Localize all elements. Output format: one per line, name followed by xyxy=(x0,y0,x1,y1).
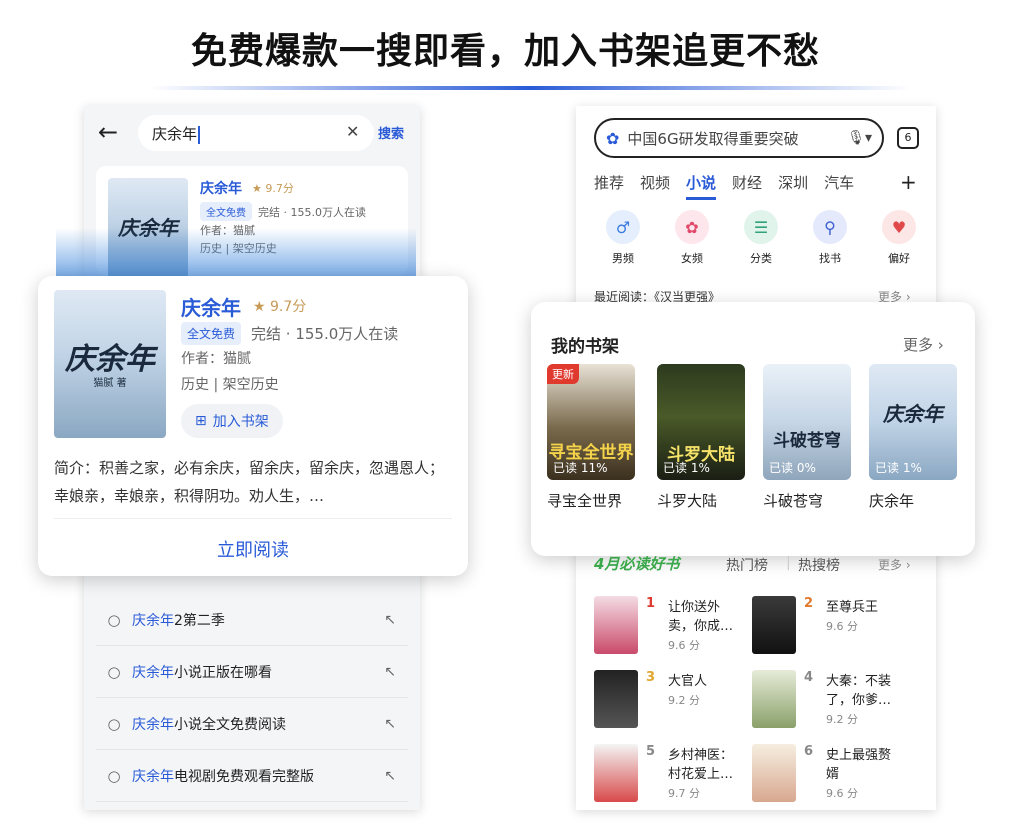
tab-count-badge[interactable]: 6 xyxy=(897,127,919,149)
tab-shenzhen[interactable]: 深圳 xyxy=(778,172,808,200)
flower-icon: ✿ xyxy=(675,210,709,244)
free-tag: 全文免费 xyxy=(181,322,242,345)
book-cover-large: 庆余年 猫腻 著 xyxy=(54,290,166,438)
suggestion-item[interactable]: ○ 庆余年 小说正版在哪看 ↖ xyxy=(96,646,408,698)
tab-hot-list[interactable]: 热门榜 xyxy=(726,555,768,575)
magnifier-icon: ⚲ xyxy=(813,210,847,244)
shelf-title: 我的书架 xyxy=(551,337,619,357)
tab-finance[interactable]: 财经 xyxy=(732,172,762,200)
fill-arrow-icon[interactable]: ↖ xyxy=(384,768,396,784)
headline: 免费爆款一搜即看，加入书架追更不愁 xyxy=(190,31,820,72)
rank-cover xyxy=(752,670,796,728)
channel-tabs: 推荐 视频 小说 财经 深圳 汽车 xyxy=(594,172,854,200)
book-detail-popup[interactable]: 庆余年 猫腻 著 庆余年 ★ 9.7分 全文免费 完结 · 155.0万人在读 … xyxy=(38,276,468,576)
board-banner: 4月必读好书 xyxy=(594,555,680,573)
shelf-book-name[interactable]: 寻宝全世界 xyxy=(547,490,643,511)
book-author: 作者：猫腻 xyxy=(181,351,251,367)
mic-icon[interactable]: 🎙▾ xyxy=(847,130,872,146)
tab-video[interactable]: 视频 xyxy=(640,172,670,200)
status-small: 完结 · 155.0万人在读 xyxy=(258,205,366,219)
divider xyxy=(54,518,452,519)
tab-novel[interactable]: 小说 xyxy=(686,172,717,200)
category-female[interactable]: ✿ 女频 xyxy=(665,210,719,266)
category-classify[interactable]: ☰ 分类 xyxy=(734,210,788,266)
rank-cover xyxy=(594,596,638,654)
tab-recommend[interactable]: 推荐 xyxy=(594,172,624,200)
suggestion-item[interactable]: ○ 庆余年 小说全文免费阅读 ↖ xyxy=(96,698,408,750)
shelf-more-link[interactable]: 更多 › xyxy=(903,334,944,355)
rank-item[interactable]: 1 让你送外 卖，你成… 9.6 分 xyxy=(594,596,733,654)
shelf-book-cover[interactable]: 庆余年 已读 1% xyxy=(869,364,957,480)
fill-arrow-icon[interactable]: ↖ xyxy=(384,612,396,628)
rank-item[interactable]: 3 大官人 9.2 分 xyxy=(594,670,707,728)
shelf-add-icon: ⊞ xyxy=(195,413,207,429)
free-tag-small: 全文免费 xyxy=(200,202,252,221)
shelf-book-cover[interactable]: 更新 寻宝全世界 已读 11% xyxy=(547,364,635,480)
rank-cover xyxy=(594,744,638,802)
tab-hot-search[interactable]: 热搜榜 xyxy=(798,555,840,575)
shelf-book-name[interactable]: 斗罗大陆 xyxy=(657,490,717,511)
fill-arrow-icon[interactable]: ↖ xyxy=(384,716,396,732)
tab-divider: | xyxy=(786,555,791,571)
read-now-button[interactable]: 立即阅读 xyxy=(38,536,468,562)
search-button[interactable]: 搜索 xyxy=(378,123,404,142)
rank-item[interactable]: 5 乡村神医： 村花爱上… 9.7 分 xyxy=(594,744,733,802)
category-preference[interactable]: ♥ 偏好 xyxy=(872,210,926,266)
search-icon: ○ xyxy=(107,766,121,785)
rating: ★ 9.7分 xyxy=(253,299,307,315)
search-icon: ○ xyxy=(107,662,121,681)
rank-item[interactable]: 4 大秦：不装 了，你爹… 9.2 分 xyxy=(752,670,891,728)
male-channel-icon: ♂ xyxy=(606,210,640,244)
home-search-box[interactable]: ✿ 中国6G研发取得重要突破 🎙▾ xyxy=(594,118,884,158)
my-bookshelf-popup[interactable]: 我的书架 更多 › 更新 寻宝全世界 已读 11% 斗罗大陆 已读 1% 斗破苍… xyxy=(531,302,975,556)
book-title-small[interactable]: 庆余年 xyxy=(200,178,242,198)
clear-icon[interactable]: ✕ xyxy=(346,122,359,141)
rank-item[interactable]: 2 至尊兵王 9.6 分 xyxy=(752,596,878,654)
search-icon: ○ xyxy=(107,714,121,733)
search-icon: ○ xyxy=(107,610,121,629)
headline-underline xyxy=(150,86,910,90)
book-status: 完结 · 155.0万人在读 xyxy=(251,325,399,343)
add-to-shelf-button[interactable]: ⊞ 加入书架 xyxy=(181,404,283,438)
paw-logo-icon: ✿ xyxy=(606,128,620,148)
category-male[interactable]: ♂ 男频 xyxy=(596,210,650,266)
rank-cover xyxy=(752,744,796,802)
list-icon: ☰ xyxy=(744,210,778,244)
rank-cover xyxy=(752,596,796,654)
update-badge: 更新 xyxy=(547,364,579,384)
search-input[interactable]: 庆余年 xyxy=(138,115,374,151)
heart-icon: ♥ xyxy=(882,210,916,244)
rank-cover xyxy=(594,670,638,728)
fill-arrow-icon[interactable]: ↖ xyxy=(384,664,396,680)
rank-item[interactable]: 6 史上最强赘婿 9.6 分 xyxy=(752,744,891,802)
suggestion-item[interactable]: ○ 庆余年 2第二季 ↖ xyxy=(96,594,408,646)
shelf-book-name[interactable]: 斗破苍穹 xyxy=(763,490,823,511)
shelf-book-cover[interactable]: 斗罗大陆 已读 1% xyxy=(657,364,745,480)
suggestion-item[interactable]: ○ 庆余年 电视剧免费观看完整版 ↖ xyxy=(96,750,408,802)
shelf-book-name[interactable]: 庆余年 xyxy=(869,490,914,511)
book-intro: 简介：积善之家，必有余庆，留余庆，留余庆，忽遇恩人；幸娘亲，幸娘亲，积得阴功。劝… xyxy=(54,459,445,505)
category-find-book[interactable]: ⚲ 找书 xyxy=(803,210,857,266)
book-category: 历史 | 架空历史 xyxy=(181,377,279,393)
back-arrow-icon[interactable]: ← xyxy=(98,118,118,146)
tab-auto[interactable]: 汽车 xyxy=(824,172,854,200)
search-hint: 中国6G研发取得重要突破 xyxy=(627,129,799,148)
shelf-book-cover[interactable]: 斗破苍穹 已读 0% xyxy=(763,364,851,480)
board-more-link[interactable]: 更多 › xyxy=(878,556,911,573)
add-tab-icon[interactable]: + xyxy=(900,170,917,194)
book-title[interactable]: 庆余年 xyxy=(181,292,241,321)
rating-small: ★ 9.7分 xyxy=(252,182,294,195)
